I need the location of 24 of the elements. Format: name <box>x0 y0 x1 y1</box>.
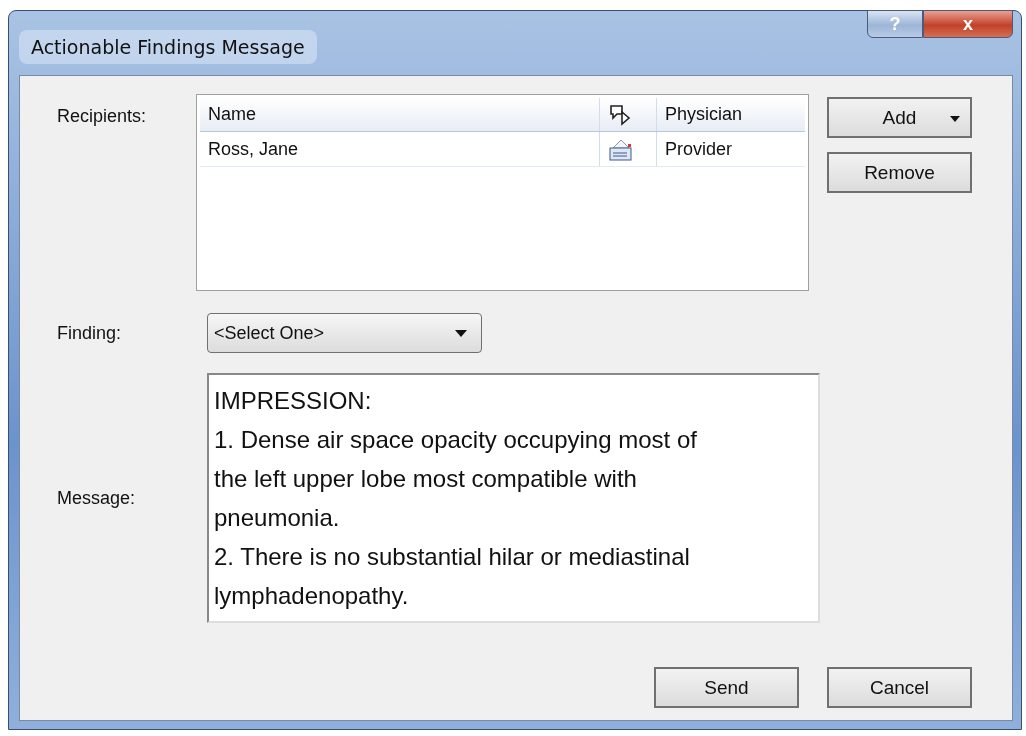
message-line: lymphadenopathy. <box>214 581 410 611</box>
column-header[interactable]: Physician <box>656 98 805 131</box>
close-button[interactable]: x <box>923 10 1013 38</box>
finding-dropdown[interactable]: <Select One> <box>207 313 482 353</box>
window-title: Actionable Findings Message <box>19 30 317 64</box>
message-line: 2. There is no substantial hilar or mediastinal <box>214 542 691 572</box>
field-label: Finding: <box>57 322 123 344</box>
field-label: Message: <box>57 487 137 509</box>
action-button[interactable]: Cancel <box>827 667 972 708</box>
dropdown-button[interactable]: Add <box>827 97 972 138</box>
field-label: Recipients: <box>57 105 148 127</box>
message-line: pneumonia. <box>214 503 341 533</box>
message-line: the left upper lobe most compatible with <box>214 464 638 494</box>
table-cell: Ross, Jane <box>200 132 600 166</box>
caret-icon <box>455 329 467 337</box>
action-button[interactable]: Send <box>654 667 799 708</box>
speech-arrow-icon <box>607 102 632 127</box>
caret-icon <box>950 116 960 122</box>
message-field[interactable]: IMPRESSION: 1. Dense air space opacity occupying most of the left upper lobe most compatible with pneumonia. 2. There is no substantial hilar or mediastinal lymphadenopathy. <box>207 373 820 623</box>
table-cell-text: Provider <box>663 137 733 161</box>
column-header[interactable]: Name <box>200 98 600 131</box>
message-line: 1. Dense air space opacity occupying most of <box>214 425 698 455</box>
action-button[interactable]: Remove <box>827 152 972 193</box>
message-line: IMPRESSION: <box>214 386 373 416</box>
